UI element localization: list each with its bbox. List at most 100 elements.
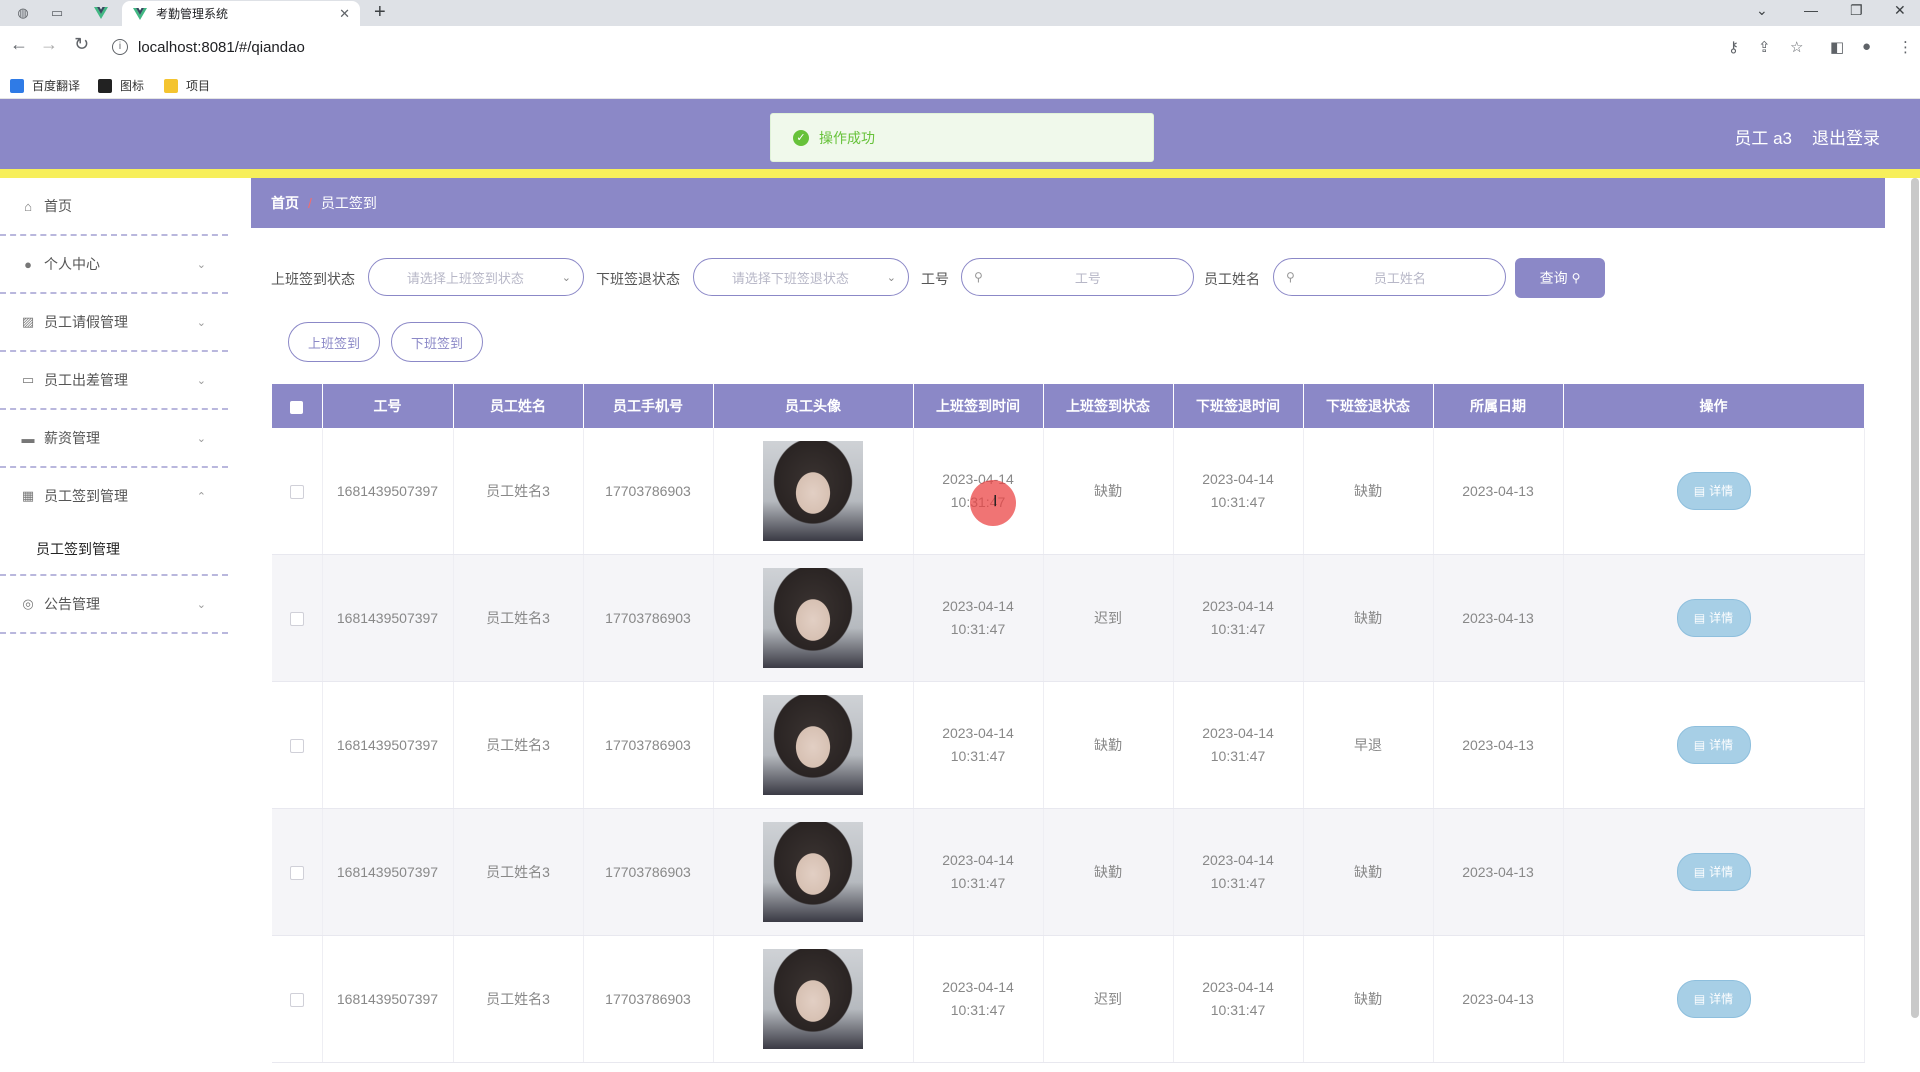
sidepanel-icon[interactable]: ◧ bbox=[1830, 38, 1844, 56]
cell-phone: 17703786903 bbox=[583, 428, 714, 555]
cell-checkout-time: 2023-04-14 10:31:47 bbox=[1173, 554, 1304, 682]
info-icon[interactable]: i bbox=[112, 39, 128, 55]
query-button[interactable]: 查询 ⚲ bbox=[1515, 258, 1605, 298]
sidebar-item-salary[interactable]: ▬ 薪资管理 ⌄ bbox=[0, 410, 228, 468]
cell-avatar bbox=[713, 428, 914, 555]
cell-emp-name: 员工姓名3 bbox=[453, 808, 584, 936]
checkout-status-label: 下班签退状态 bbox=[596, 271, 680, 287]
cell-checkin-status: 缺勤 bbox=[1043, 428, 1174, 555]
minimize-icon[interactable]: — bbox=[1804, 2, 1818, 18]
document-icon: ▤ bbox=[1693, 483, 1706, 498]
cell-emp-no: 1681439507397 bbox=[322, 808, 454, 936]
cell-actions: ▤ 详情 bbox=[1563, 681, 1865, 809]
tab-list-chevron-icon[interactable]: ⌄ bbox=[1756, 2, 1768, 19]
detail-button[interactable]: ▤ 详情 bbox=[1676, 853, 1751, 891]
vue-tab-icon[interactable] bbox=[88, 3, 114, 23]
grid-icon: ▦ bbox=[21, 488, 35, 503]
cell-date: 2023-04-13 bbox=[1433, 554, 1564, 682]
sidebar-item-checkin[interactable]: ▦ 员工签到管理 ⌃ bbox=[0, 468, 228, 524]
toast-message: 操作成功 bbox=[819, 129, 875, 146]
compass-icon: ◎ bbox=[22, 596, 34, 611]
avatar[interactable] bbox=[763, 695, 863, 795]
emp-name-input[interactable]: ⚲ 员工姓名 bbox=[1273, 258, 1506, 296]
row-checkbox[interactable] bbox=[272, 554, 323, 682]
emp-no-input[interactable]: ⚲ 工号 bbox=[961, 258, 1194, 296]
table-row: 1681439507397 员工姓名3 17703786903 2023-04-… bbox=[272, 935, 1865, 1063]
logout-link[interactable]: 退出登录 bbox=[1812, 124, 1880, 149]
sidebar-item-home[interactable]: ⌂ 首页 bbox=[0, 178, 228, 236]
bookmark-baidu-translate[interactable]: 百度翻译 bbox=[10, 77, 80, 94]
table-row: 1681439507397 员工姓名3 17703786903 2023-04-… bbox=[272, 554, 1865, 682]
col-header: 工号 bbox=[322, 384, 454, 428]
cell-phone: 17703786903 bbox=[583, 935, 714, 1063]
reload-icon[interactable]: ↻ bbox=[74, 34, 89, 55]
cell-checkin-time: 2023-04-14 10:31:47 bbox=[913, 935, 1044, 1063]
sidebar-item-business-trip[interactable]: ▭ 员工出差管理 ⌄ bbox=[0, 352, 228, 410]
cell-checkout-time: 2023-04-14 10:31:47 bbox=[1173, 935, 1304, 1063]
cell-checkin-time: 2023-04-14 10:31:47 bbox=[913, 681, 1044, 809]
key-icon[interactable]: ⚷ bbox=[1728, 38, 1739, 56]
home-icon: ⌂ bbox=[24, 198, 32, 214]
detail-button[interactable]: ▤ 详情 bbox=[1676, 726, 1751, 764]
avatar[interactable] bbox=[763, 822, 863, 922]
checkin-button[interactable]: 上班签到 bbox=[288, 322, 380, 362]
table-row: 1681439507397 员工姓名3 17703786903 2023-04-… bbox=[272, 428, 1865, 555]
bookmark-icons[interactable]: 图标 bbox=[98, 77, 144, 94]
url-field[interactable]: i localhost:8081/#/qiandao bbox=[106, 32, 1716, 62]
share-icon[interactable]: ⇪ bbox=[1758, 38, 1771, 56]
detail-button[interactable]: ▤ 详情 bbox=[1676, 599, 1751, 637]
select-all-checkbox[interactable] bbox=[272, 384, 323, 428]
sidebar-item-leave[interactable]: ▨ 员工请假管理 ⌄ bbox=[0, 294, 228, 352]
sidebar-subitem-checkin[interactable]: 员工签到管理 bbox=[0, 524, 228, 576]
breadcrumb: 首页 / 员工签到 bbox=[251, 178, 1885, 228]
cell-emp-no: 1681439507397 bbox=[322, 681, 454, 809]
bookmark-project[interactable]: 项目 bbox=[164, 77, 210, 94]
breadcrumb-home[interactable]: 首页 bbox=[271, 193, 299, 213]
window-close-icon[interactable]: ✕ bbox=[1894, 2, 1906, 19]
col-header: 下班签退状态 bbox=[1303, 384, 1434, 428]
detail-button[interactable]: ▤ 详情 bbox=[1676, 472, 1751, 510]
col-header: 员工姓名 bbox=[453, 384, 584, 428]
document-icon: ▤ bbox=[1693, 864, 1706, 879]
checkout-status-select[interactable]: 请选择下班签退状态 ⌄ bbox=[693, 258, 909, 296]
col-header: 上班签到时间 bbox=[913, 384, 1044, 428]
checkin-status-select[interactable]: 请选择上班签到状态 ⌄ bbox=[368, 258, 584, 296]
cell-avatar bbox=[713, 554, 914, 682]
avatar[interactable] bbox=[763, 949, 863, 1049]
scrollbar[interactable] bbox=[1911, 178, 1919, 1018]
row-checkbox[interactable] bbox=[272, 935, 323, 1063]
star-icon[interactable]: ☆ bbox=[1790, 38, 1803, 56]
document-icon: ▤ bbox=[1693, 991, 1706, 1006]
check-circle-icon: ✓ bbox=[793, 129, 809, 146]
menu-kebab-icon[interactable]: ⋮ bbox=[1898, 38, 1913, 56]
chevron-down-icon: ⌄ bbox=[886, 271, 896, 284]
avatar[interactable] bbox=[763, 568, 863, 668]
avatar[interactable] bbox=[763, 441, 863, 541]
success-toast: ✓ 操作成功 bbox=[770, 113, 1154, 162]
profile-icon[interactable]: ● bbox=[1862, 38, 1871, 55]
restore-icon[interactable]: ❐ bbox=[1850, 2, 1863, 19]
sidebar-item-profile[interactable]: ● 个人中心 ⌄ bbox=[0, 236, 228, 294]
detail-button[interactable]: ▤ 详情 bbox=[1676, 980, 1751, 1018]
search-icon: ⚲ bbox=[974, 270, 983, 284]
row-checkbox[interactable] bbox=[272, 428, 323, 555]
table-row: 1681439507397 员工姓名3 17703786903 2023-04-… bbox=[272, 808, 1865, 936]
browser-tab-bar: ◍ ▭ 考勤管理系统 ✕ + ⌄ — ❐ ✕ bbox=[0, 0, 1920, 26]
row-checkbox[interactable] bbox=[272, 681, 323, 809]
sidebar-item-notice[interactable]: ◎ 公告管理 ⌄ bbox=[0, 576, 228, 634]
breadcrumb-separator: / bbox=[308, 195, 312, 211]
row-checkbox[interactable] bbox=[272, 808, 323, 936]
active-tab[interactable]: 考勤管理系统 ✕ bbox=[122, 1, 360, 26]
checkout-button[interactable]: 下班签到 bbox=[391, 322, 483, 362]
emp-no-label: 工号 bbox=[921, 271, 949, 287]
globe-icon[interactable]: ◍ bbox=[10, 3, 36, 23]
chevron-down-icon: ⌄ bbox=[196, 374, 206, 387]
back-arrow-icon[interactable]: ← bbox=[10, 34, 28, 55]
close-icon[interactable]: ✕ bbox=[339, 6, 350, 22]
new-tab-plus-icon[interactable]: + bbox=[374, 1, 386, 24]
blank-tab-icon[interactable]: ▭ bbox=[44, 3, 70, 23]
cell-date: 2023-04-13 bbox=[1433, 428, 1564, 555]
url-text[interactable]: localhost:8081/#/qiandao bbox=[138, 39, 305, 56]
forward-arrow-icon[interactable]: → bbox=[40, 34, 58, 55]
cell-checkout-status: 缺勤 bbox=[1303, 808, 1434, 936]
